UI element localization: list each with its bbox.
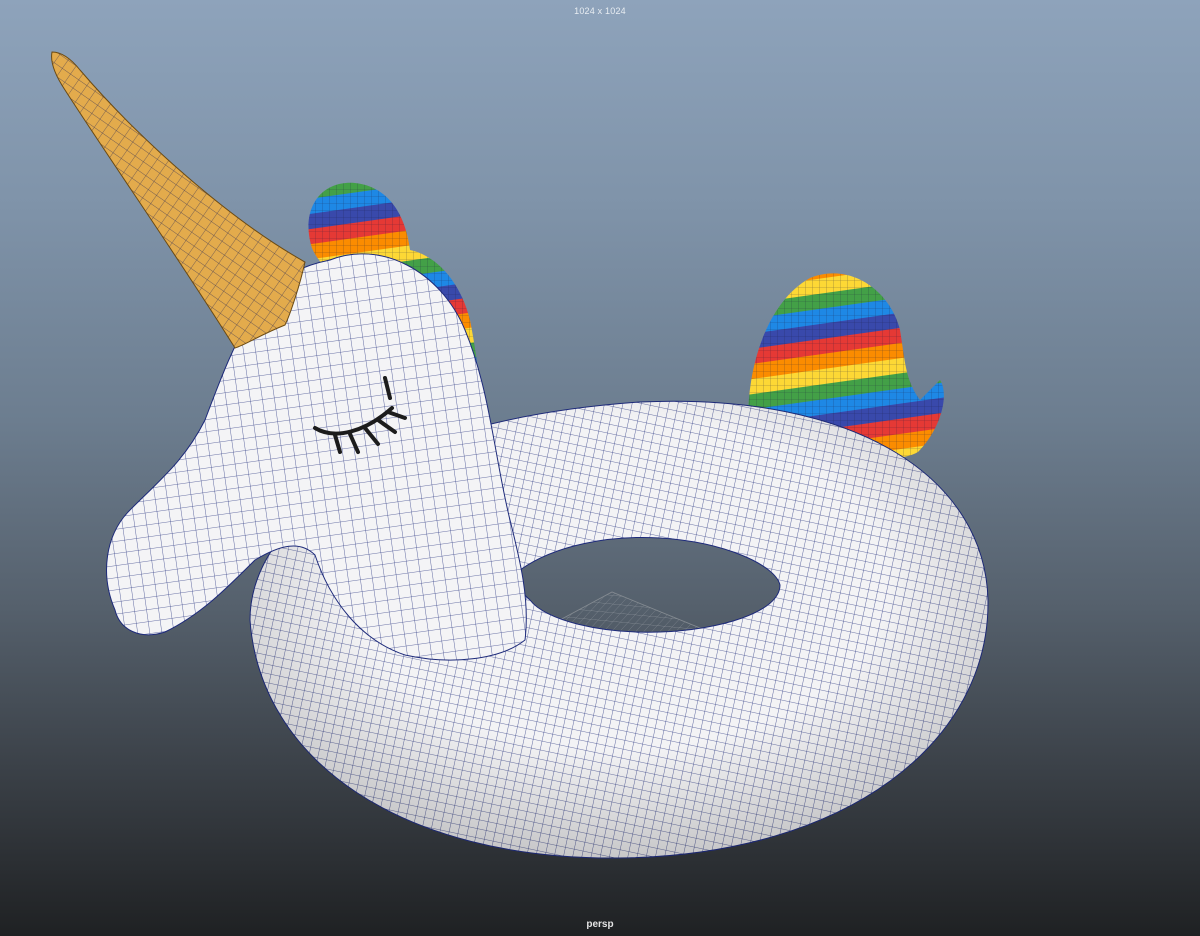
maya-viewport[interactable]: 1024 x 1024 persp — [0, 0, 1200, 936]
camera-name-label: persp — [586, 919, 614, 930]
unicorn-horn — [51, 51, 306, 349]
unicorn-float-model[interactable] — [0, 0, 1200, 936]
